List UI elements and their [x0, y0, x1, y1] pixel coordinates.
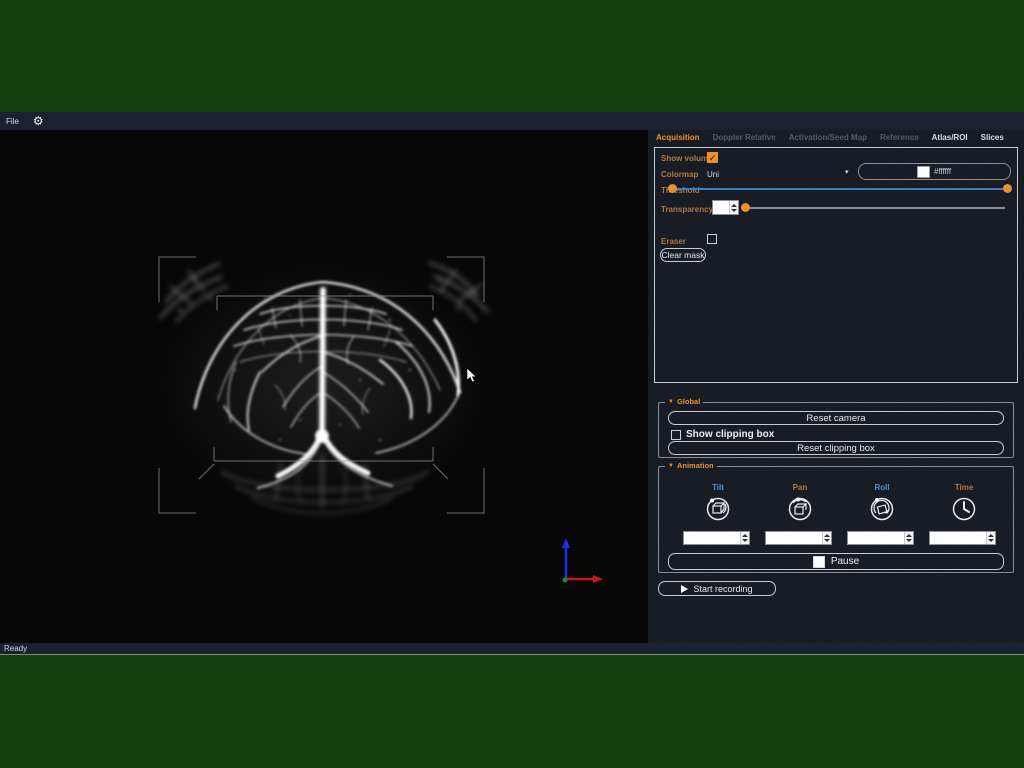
pan-dial-icon[interactable]: [786, 495, 814, 523]
mouse-cursor-icon: [467, 368, 477, 383]
global-group: ▼ Global Reset camera Show clipping box …: [658, 397, 1014, 458]
3d-viewport[interactable]: [0, 130, 648, 643]
transparency-handle[interactable]: [741, 203, 750, 212]
roll-dial-icon[interactable]: [868, 495, 896, 523]
pause-checkbox[interactable]: [812, 555, 825, 568]
start-recording-button[interactable]: Start recording: [658, 581, 776, 596]
tab-acquisition[interactable]: Acquisition: [656, 133, 700, 142]
colormap-label: Colormap: [661, 170, 699, 179]
file-menu[interactable]: File: [0, 117, 25, 126]
tab-slices[interactable]: Slices: [981, 133, 1004, 142]
tab-activation-seed-map[interactable]: Activation/Seed Map: [789, 133, 867, 142]
acquisition-tab-page: Show volume Colormap Uni ▾ #ffffff Thres…: [654, 147, 1018, 383]
status-bar: Ready: [0, 643, 1024, 655]
spinner-arrows-icon[interactable]: [904, 532, 913, 544]
transparency-track: [745, 207, 1005, 209]
threshold-handle-high[interactable]: [1003, 184, 1012, 193]
tab-reference[interactable]: Reference: [880, 133, 919, 142]
transparency-label: Transparency: [661, 205, 714, 214]
show-volume-label: Show volume: [661, 154, 713, 163]
spinner-arrows-icon[interactable]: [729, 201, 738, 214]
threshold-handle-low[interactable]: [668, 184, 677, 193]
colormap-dropdown[interactable]: Uni: [707, 170, 719, 179]
start-recording-label: Start recording: [693, 583, 753, 594]
roll-label: Roll: [874, 483, 890, 492]
application-window: File ⚙ Acquisition Doppler Relative Acti…: [0, 112, 1024, 655]
tilt-spinbox[interactable]: [683, 531, 750, 545]
pause-control[interactable]: Pause: [668, 553, 1004, 570]
transparency-slider[interactable]: [739, 202, 1007, 214]
eraser-label: Eraser: [661, 237, 686, 246]
spinner-arrows-icon[interactable]: [740, 532, 749, 544]
status-text: Ready: [4, 644, 28, 653]
show-volume-checkbox[interactable]: [707, 152, 718, 163]
time-spinbox[interactable]: [929, 531, 996, 545]
tilt-dial-column: Tilt: [683, 483, 753, 545]
spinner-arrows-icon[interactable]: [822, 532, 831, 544]
clipping-box-wireframe: [158, 256, 485, 514]
tilt-label: Tilt: [712, 483, 724, 492]
menu-bar: File ⚙: [0, 112, 1024, 130]
roll-value: [848, 532, 904, 544]
threshold-track: [668, 188, 1008, 190]
gear-icon[interactable]: ⚙: [33, 112, 44, 130]
tab-bar: Acquisition Doppler Relative Activation/…: [656, 133, 1004, 142]
volume-color-field[interactable]: #ffffff: [858, 163, 1011, 180]
animation-group-header[interactable]: ▼ Animation: [665, 461, 717, 470]
pause-label: Pause: [830, 556, 860, 567]
time-value: [930, 532, 986, 544]
animation-group: ▼ Animation Tilt Pan Roll Time Pause: [658, 461, 1014, 573]
global-group-header[interactable]: ▼ Global: [665, 397, 704, 406]
transparency-value: [713, 201, 729, 214]
color-swatch[interactable]: [917, 165, 930, 178]
reset-camera-button[interactable]: Reset camera: [668, 411, 1004, 425]
axis-gizmo-icon: [562, 538, 603, 583]
clear-mask-button[interactable]: Clear mask: [660, 248, 706, 262]
time-dial-column: Time: [929, 483, 999, 545]
animation-group-title: Animation: [676, 461, 714, 470]
global-group-title: Global: [676, 397, 701, 406]
collapse-triangle-icon: ▼: [668, 462, 674, 469]
color-value: #ffffff: [934, 167, 952, 176]
tab-doppler-relative[interactable]: Doppler Relative: [713, 133, 776, 142]
tab-atlas-roi[interactable]: Atlas/ROI: [932, 133, 968, 142]
tilt-dial-icon[interactable]: [704, 495, 732, 523]
time-label: Time: [954, 483, 974, 492]
transparency-spinbox[interactable]: [712, 200, 739, 215]
play-icon: [681, 584, 689, 593]
roll-spinbox[interactable]: [847, 531, 914, 545]
pan-dial-column: Pan: [765, 483, 835, 545]
spinner-arrows-icon[interactable]: [986, 532, 995, 544]
chevron-down-icon[interactable]: ▾: [845, 168, 849, 176]
pan-value: [766, 532, 822, 544]
eraser-checkbox[interactable]: [707, 234, 717, 244]
show-clipping-box-label: Show clipping box: [686, 429, 775, 440]
reset-clipping-box-button[interactable]: Reset clipping box: [668, 441, 1004, 455]
roll-dial-column: Roll: [847, 483, 917, 545]
show-clipping-box-checkbox[interactable]: [671, 430, 681, 440]
control-panel: Acquisition Doppler Relative Activation/…: [648, 130, 1024, 643]
time-clock-icon[interactable]: [950, 495, 978, 523]
pan-spinbox[interactable]: [765, 531, 832, 545]
threshold-slider[interactable]: [663, 183, 1013, 195]
tilt-value: [684, 532, 740, 544]
pan-label: Pan: [792, 483, 808, 492]
collapse-triangle-icon: ▼: [668, 398, 674, 405]
